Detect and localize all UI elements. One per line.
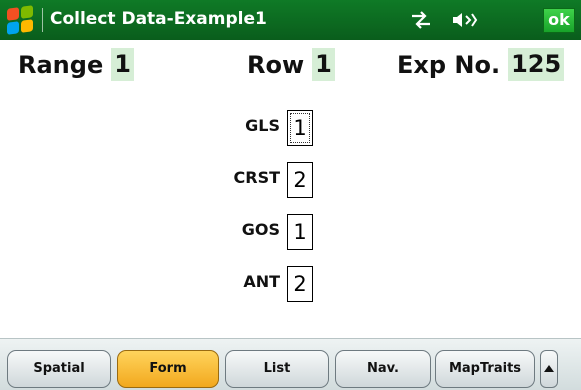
field-gos: GOS 1 (0, 214, 581, 256)
range-display: Range 1 (18, 48, 134, 81)
tab-bar: Spatial Form List Nav. MapTraits (0, 338, 581, 390)
field-ant: ANT 2 (0, 266, 581, 308)
range-value: 1 (111, 48, 134, 81)
ok-button[interactable]: ok (543, 8, 575, 33)
range-label: Range (18, 50, 104, 79)
title-bar: Collect Data-Example1 ok (0, 0, 581, 40)
field-label: CRST (233, 168, 281, 187)
tab-scroll-button[interactable] (540, 350, 558, 388)
field-crst: CRST 2 (0, 162, 581, 204)
field-label: ANT (243, 272, 280, 291)
field-label: GOS (241, 220, 280, 239)
app-title: Collect Data-Example1 (50, 9, 267, 29)
gos-input[interactable]: 1 (287, 214, 313, 250)
tab-spatial[interactable]: Spatial (7, 350, 111, 388)
tab-list[interactable]: List (225, 350, 329, 388)
scroll-up-icon (544, 365, 554, 372)
row-display: Row 1 (247, 48, 335, 81)
exp-display: Exp No. 125 (397, 48, 565, 81)
windows-start-icon[interactable] (6, 5, 34, 35)
exp-label: Exp No. (397, 50, 501, 79)
ant-input[interactable]: 2 (287, 266, 313, 302)
row-value: 1 (312, 48, 335, 81)
field-label: GLS (245, 116, 280, 135)
crst-input[interactable]: 2 (287, 162, 313, 198)
gls-input[interactable]: 1 (287, 110, 313, 146)
row-label: Row (247, 50, 305, 79)
volume-icon[interactable] (450, 10, 478, 30)
exp-value: 125 (508, 48, 565, 81)
field-gls: GLS 1 (0, 110, 581, 152)
tab-form[interactable]: Form (117, 350, 219, 388)
tab-maptraits[interactable]: MapTraits (435, 350, 535, 388)
tab-nav[interactable]: Nav. (335, 350, 431, 388)
title-separator (42, 8, 43, 32)
connectivity-icon[interactable] (410, 10, 432, 30)
